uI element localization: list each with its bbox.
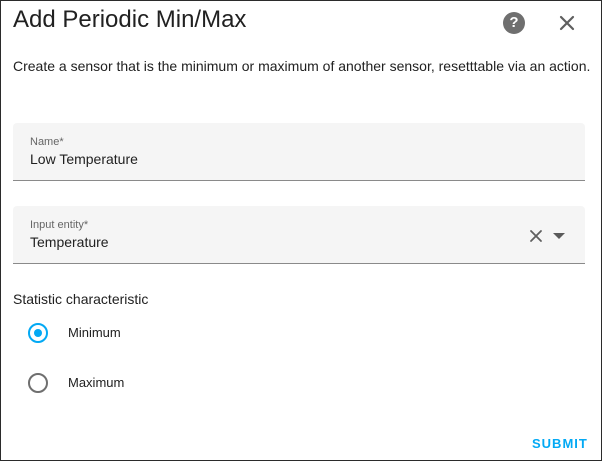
statistic-characteristic-label: Statistic characteristic (13, 291, 149, 307)
dialog-description: Create a sensor that is the minimum or m… (13, 58, 591, 74)
clear-icon[interactable] (529, 229, 543, 243)
radio-maximum[interactable] (28, 373, 48, 393)
name-field-value[interactable]: Low Temperature (30, 151, 138, 167)
dialog: Add Periodic Min/Max ? Create a sensor t… (0, 0, 602, 461)
name-field[interactable]: Name* Low Temperature (13, 123, 585, 181)
close-icon[interactable] (556, 12, 578, 34)
radio-minimum[interactable] (28, 323, 48, 343)
chevron-down-icon[interactable] (553, 233, 565, 239)
submit-button[interactable]: SUBMIT (532, 436, 588, 451)
radio-minimum-label: Minimum (68, 325, 121, 340)
input-entity-field[interactable]: Input entity* Temperature (13, 206, 585, 264)
input-entity-label: Input entity* (30, 219, 89, 231)
help-icon[interactable]: ? (503, 12, 525, 34)
dialog-title: Add Periodic Min/Max (13, 6, 247, 33)
radio-maximum-label: Maximum (68, 375, 125, 390)
name-field-label: Name* (30, 136, 64, 148)
input-entity-value[interactable]: Temperature (30, 234, 109, 250)
